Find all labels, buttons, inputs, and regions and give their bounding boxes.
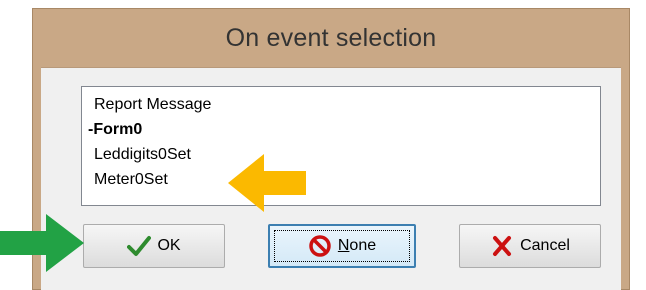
list-item-leddigits0set[interactable]: Leddigits0Set: [82, 142, 600, 167]
orange-arrow-icon: [228, 154, 306, 212]
dialog-client-area: Report Message -Form0 Leddigits0Set Mete…: [41, 67, 621, 290]
dialog-titlebar[interactable]: On event selection: [33, 9, 629, 67]
event-selection-dialog: On event selection Report Message -Form0…: [32, 8, 630, 290]
ok-button-label: OK: [157, 237, 181, 254]
ok-button[interactable]: OK: [83, 224, 225, 268]
event-listbox[interactable]: Report Message -Form0 Leddigits0Set Mete…: [81, 86, 601, 206]
none-mnemonic: N: [337, 237, 350, 254]
no-entry-icon: [308, 234, 332, 258]
none-button-label: None: [338, 237, 376, 255]
green-arrow-icon: [0, 214, 84, 272]
checkmark-icon: [127, 234, 152, 258]
list-item-meter0set[interactable]: Meter0Set: [82, 167, 600, 192]
cancel-button-label: Cancel: [520, 237, 570, 254]
cancel-button[interactable]: Cancel: [459, 224, 601, 268]
list-item-form0[interactable]: -Form0: [82, 117, 600, 142]
none-button[interactable]: None: [268, 224, 416, 268]
none-label-rest: one: [349, 237, 377, 254]
dialog-title: On event selection: [225, 23, 437, 52]
x-cross-icon: [490, 234, 514, 258]
screenshot-stage: On event selection Report Message -Form0…: [0, 0, 646, 290]
list-item-report-message[interactable]: Report Message: [82, 92, 600, 117]
